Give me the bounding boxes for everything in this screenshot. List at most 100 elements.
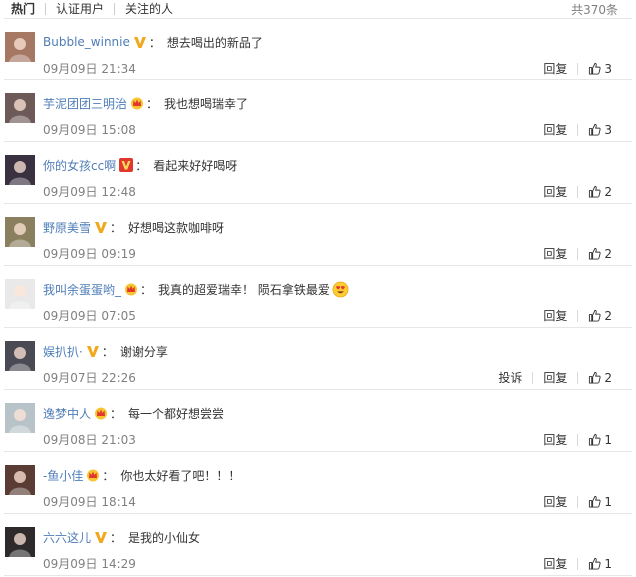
avatar[interactable] — [5, 465, 35, 495]
reply-button[interactable]: 回复 — [543, 307, 567, 324]
tab-verified-users[interactable]: 认证用户 — [56, 1, 104, 17]
comment-content: 我叫余蛋蛋哟_ ： 我真的超爱瑞幸！ 陨石拿铁最爱 — [43, 280, 349, 298]
action-divider — [577, 309, 579, 322]
reply-button[interactable]: 回复 — [543, 369, 567, 386]
username-link[interactable]: 野原美雪 — [43, 219, 91, 236]
colon-separator: ： — [148, 35, 161, 50]
heart-eyes-emoji-icon — [332, 281, 349, 298]
avatar[interactable] — [5, 93, 35, 123]
avatar[interactable] — [5, 155, 35, 185]
like-button[interactable]: 1 — [588, 557, 612, 571]
action-divider — [577, 247, 579, 260]
action-divider — [577, 62, 579, 75]
comment-text: 每一个都好想尝尝 — [128, 406, 225, 421]
comment-timestamp: 09月09日 14:29 — [43, 557, 136, 571]
like-button[interactable]: 2 — [588, 371, 612, 385]
comment-timestamp: 09月09日 15:08 — [43, 123, 136, 137]
comment-text: 是我的小仙女 — [128, 530, 201, 545]
like-button[interactable]: 1 — [588, 495, 612, 509]
verified-v-icon — [133, 35, 147, 49]
action-divider — [577, 495, 579, 508]
comment-content: 野原美雪 ： 好想喝这款咖啡呀 — [43, 218, 224, 236]
comment-text: 谢谢分享 — [119, 344, 168, 359]
action-divider — [577, 185, 579, 198]
username-link[interactable]: 我叫余蛋蛋哟_ — [43, 281, 121, 298]
comment-filter-tabs: 热门 认证用户 关注的人 共370条 — [0, 0, 636, 18]
avatar[interactable] — [5, 279, 35, 309]
like-count: 3 — [604, 122, 612, 137]
comment-actions: 回复 3 — [543, 121, 612, 138]
comment-text: 看起来好好喝呀 — [153, 158, 238, 173]
like-button[interactable]: 3 — [588, 123, 612, 137]
thumbs-up-icon — [588, 185, 604, 198]
verified-v-icon — [94, 530, 108, 544]
comment-actions: 回复 1 — [543, 431, 612, 448]
comment-content: -鱼小佳 ： 你也太好看了吧！！！ — [43, 466, 240, 484]
comment-timestamp: 09月09日 12:48 — [43, 185, 136, 199]
like-count: 2 — [604, 308, 612, 323]
action-divider — [577, 371, 579, 384]
action-divider — [532, 371, 534, 384]
like-button[interactable]: 2 — [588, 247, 612, 261]
comment-timestamp: 09月07日 22:26 — [43, 371, 136, 385]
comment-content: 芋泥团团三明治 ： 我也想喝瑞幸了 — [43, 94, 248, 112]
verified-v-icon — [119, 158, 134, 172]
comment-item: 你的女孩cc啊 ： 看起来好好喝呀 09月09日 12:48 回复 2 — [4, 142, 632, 204]
username-link[interactable]: 娱扒扒· — [43, 343, 83, 360]
comment-actions: 回复 1 — [543, 555, 612, 572]
comment-actions: 回复 2 — [543, 307, 612, 324]
comment-actions: 回复 2 — [543, 245, 612, 262]
thumbs-up-icon — [588, 309, 604, 322]
comment-actions: 回复 3 — [543, 60, 612, 77]
reply-button[interactable]: 回复 — [543, 60, 567, 77]
member-crown-icon — [124, 282, 138, 296]
like-button[interactable]: 3 — [588, 62, 612, 76]
comment-item: 野原美雪 ： 好想喝这款咖啡呀 09月09日 09:19 回复 2 — [4, 204, 632, 266]
thumbs-up-icon — [588, 557, 604, 570]
like-button[interactable]: 2 — [588, 309, 612, 323]
tab-hot[interactable]: 热门 — [11, 1, 35, 17]
thumbs-up-icon — [588, 433, 604, 446]
username-link[interactable]: Bubble_winnie — [43, 35, 130, 49]
thumbs-up-icon — [588, 495, 604, 508]
avatar[interactable] — [5, 217, 35, 247]
action-divider — [577, 557, 579, 570]
reply-button[interactable]: 回复 — [543, 121, 567, 138]
like-button[interactable]: 2 — [588, 185, 612, 199]
username-link[interactable]: 你的女孩cc啊 — [43, 157, 116, 174]
tab-divider — [114, 3, 116, 15]
avatar[interactable] — [5, 403, 35, 433]
comment-timestamp: 09月09日 18:14 — [43, 495, 136, 509]
colon-separator: ： — [140, 282, 153, 297]
comment-text: 你也太好看了吧！！！ — [120, 468, 241, 483]
comment-text: 我也想喝瑞幸了 — [164, 96, 249, 111]
comment-content: 逸梦中人 ： 每一个都好想尝尝 — [43, 404, 224, 422]
reply-button[interactable]: 回复 — [543, 245, 567, 262]
like-button[interactable]: 1 — [588, 433, 612, 447]
username-link[interactable]: 六六这儿 — [43, 529, 91, 546]
verified-v-icon — [86, 344, 100, 358]
reply-button[interactable]: 回复 — [543, 493, 567, 510]
username-link[interactable]: 芋泥团团三明治 — [43, 95, 127, 112]
avatar[interactable] — [5, 341, 35, 371]
report-button[interactable]: 投诉 — [498, 369, 522, 386]
like-count: 2 — [604, 370, 612, 385]
comment-content: Bubble_winnie ： 想去喝出的新品了 — [43, 33, 263, 51]
thumbs-up-icon — [588, 62, 604, 75]
reply-button[interactable]: 回复 — [543, 431, 567, 448]
reply-button[interactable]: 回复 — [543, 555, 567, 572]
username-link[interactable]: -鱼小佳 — [43, 467, 83, 484]
comment-item: Bubble_winnie ： 想去喝出的新品了 09月09日 21:34 回复 3 — [4, 18, 632, 80]
comment-timestamp: 09月09日 21:34 — [43, 62, 136, 76]
username-link[interactable]: 逸梦中人 — [43, 405, 91, 422]
comment-item: 芋泥团团三明治 ： 我也想喝瑞幸了 09月09日 15:08 回复 3 — [4, 80, 632, 142]
comment-content: 你的女孩cc啊 ： 看起来好好喝呀 — [43, 156, 237, 174]
comment-timestamp: 09月09日 09:19 — [43, 247, 136, 261]
colon-separator: ： — [102, 468, 115, 483]
tab-following[interactable]: 关注的人 — [125, 1, 173, 17]
avatar[interactable] — [5, 32, 35, 62]
thumbs-up-icon — [588, 371, 604, 384]
member-crown-icon — [86, 468, 100, 482]
reply-button[interactable]: 回复 — [543, 183, 567, 200]
avatar[interactable] — [5, 527, 35, 557]
